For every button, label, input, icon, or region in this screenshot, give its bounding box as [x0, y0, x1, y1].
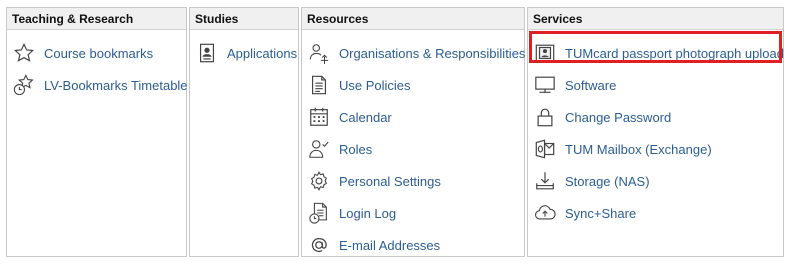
menu-item-label: Change Password — [565, 109, 672, 125]
menu-item-label: Roles — [339, 141, 373, 157]
menu-item-label: Sync+Share — [565, 205, 637, 221]
exchange-icon — [534, 138, 556, 160]
menu-item-label: Calendar — [339, 109, 392, 125]
user-check-icon — [308, 138, 330, 160]
menu-item-label: LV-Bookmarks Timetable — [44, 77, 188, 93]
menu-item-software[interactable]: Software — [534, 72, 781, 98]
at-icon — [308, 234, 330, 256]
menu-item-label: Course bookmarks — [44, 45, 154, 61]
menu-item-email-addresses[interactable]: E-mail Addresses — [308, 232, 522, 258]
menu-item-storage-nas[interactable]: Storage (NAS) — [534, 168, 781, 194]
services-header: Services — [528, 8, 783, 30]
menu-item-calendar[interactable]: Calendar — [308, 104, 522, 130]
studies-panel: Studies Applications — [189, 7, 299, 257]
document-clock-icon — [308, 202, 330, 224]
menu-item-label: Storage (NAS) — [565, 173, 650, 189]
menu-item-course-bookmarks[interactable]: Course bookmarks — [13, 40, 184, 66]
monitor-icon — [534, 74, 556, 96]
menu-item-label: Personal Settings — [339, 173, 441, 189]
menu-item-label: E-mail Addresses — [339, 237, 441, 253]
menu-item-label: TUM Mailbox (Exchange) — [565, 141, 712, 157]
menu-item-tum-mailbox[interactable]: TUM Mailbox (Exchange) — [534, 136, 781, 162]
teaching-research-panel: Teaching & Research Course bookmarks LV-… — [6, 7, 188, 257]
lock-icon — [534, 106, 556, 128]
menu-item-label: Applications — [227, 45, 298, 61]
id-card-icon — [196, 42, 218, 64]
menu-item-applications[interactable]: Applications — [196, 40, 298, 66]
menu-item-tumcard-photo-upload[interactable]: TUMcard passport photograph upload — [534, 40, 784, 66]
menu-item-label: Login Log — [339, 205, 397, 221]
gear-icon — [308, 170, 330, 192]
menu-item-personal-settings[interactable]: Personal Settings — [308, 168, 522, 194]
resources-header: Resources — [302, 8, 524, 30]
menu-item-label: TUMcard passport photograph upload — [565, 45, 784, 61]
org-user-icon — [308, 42, 330, 64]
photo-id-icon — [534, 42, 556, 64]
cloud-icon — [534, 202, 556, 224]
menu-item-use-policies[interactable]: Use Policies — [308, 72, 522, 98]
studies-header: Studies — [190, 8, 298, 30]
menu-item-lv-bookmarks-timetable[interactable]: LV-Bookmarks Timetable — [13, 72, 188, 98]
teaching-research-header: Teaching & Research — [7, 8, 186, 30]
calendar-icon — [308, 106, 330, 128]
menu-item-label: Software — [565, 77, 617, 93]
document-icon — [308, 74, 330, 96]
download-tray-icon — [534, 170, 556, 192]
menu-item-sync-share[interactable]: Sync+Share — [534, 200, 781, 226]
menu-item-change-password[interactable]: Change Password — [534, 104, 781, 130]
menu-item-login-log[interactable]: Login Log — [308, 200, 522, 226]
services-panel: Services TUMcard passport photograph upl… — [527, 7, 784, 257]
menu-item-label: Organisations & Responsibilities — [339, 45, 526, 61]
menu-item-organisations-responsibilities[interactable]: Organisations & Responsibilities — [308, 40, 526, 66]
resources-panel: Resources Organisations & Responsibiliti… — [301, 7, 525, 257]
menu-item-label: Use Policies — [339, 77, 411, 93]
star-icon — [13, 42, 35, 64]
menu-item-roles[interactable]: Roles — [308, 136, 522, 162]
star-clock-icon — [13, 74, 35, 96]
